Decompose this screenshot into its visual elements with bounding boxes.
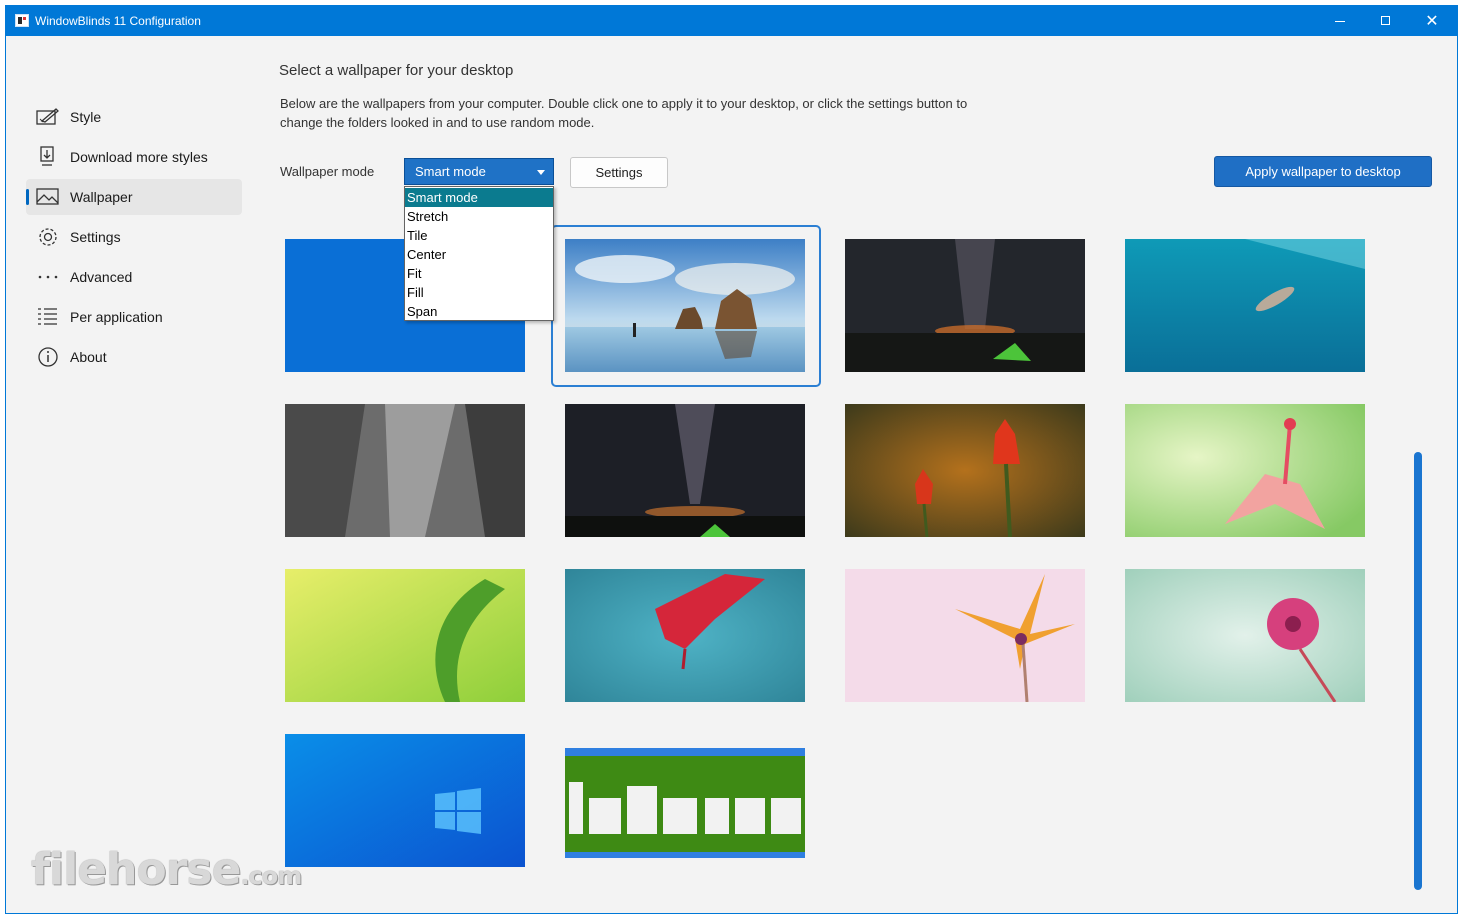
- sidebar-item-label: Per application: [70, 309, 163, 325]
- wallpaper-thumbnail[interactable]: [565, 734, 805, 867]
- title-bar[interactable]: WindowBlinds 11 Configuration ✕: [6, 6, 1457, 36]
- chevron-down-icon: [537, 170, 545, 175]
- wallpaper-thumbnail[interactable]: [285, 404, 525, 537]
- wallpaper-mode-select[interactable]: Smart mode: [404, 158, 554, 185]
- maximize-icon: [1381, 16, 1390, 25]
- wallpaper-thumbnail[interactable]: [845, 404, 1085, 537]
- sidebar-item-label: Advanced: [70, 269, 133, 285]
- wallpaper-thumbnail[interactable]: [285, 734, 525, 867]
- close-button[interactable]: ✕: [1409, 6, 1455, 36]
- wallpaper-thumbnail[interactable]: [1125, 569, 1365, 702]
- window-title: WindowBlinds 11 Configuration: [35, 14, 201, 28]
- download-icon: [40, 146, 54, 166]
- sidebar-item-per-application[interactable]: Per application: [26, 299, 242, 335]
- style-icon: [36, 108, 59, 125]
- wallpaper-mode-value: Smart mode: [415, 164, 486, 179]
- sidebar-item-about[interactable]: About: [26, 339, 242, 375]
- wallpaper-mode-label: Wallpaper mode: [280, 164, 375, 179]
- sidebar-item-download[interactable]: Download more styles: [26, 139, 242, 175]
- sidebar-item-style[interactable]: Style: [26, 99, 242, 135]
- minimize-button[interactable]: [1317, 6, 1363, 36]
- info-icon: [38, 347, 58, 367]
- dropdown-option[interactable]: Fit: [405, 264, 553, 283]
- wallpaper-thumbnail[interactable]: [565, 404, 805, 537]
- app-window: WindowBlinds 11 Configuration ✕ Style Do…: [5, 5, 1458, 914]
- sidebar-item-label: Download more styles: [70, 149, 208, 165]
- close-icon: ✕: [1425, 11, 1439, 30]
- maximize-button[interactable]: [1363, 6, 1409, 36]
- dropdown-option[interactable]: Smart mode: [405, 188, 553, 207]
- wallpaper-thumbnail[interactable]: [565, 239, 805, 372]
- dropdown-option[interactable]: Center: [405, 245, 553, 264]
- settings-button[interactable]: Settings: [570, 157, 668, 188]
- vertical-scrollbar[interactable]: [1414, 452, 1422, 890]
- sidebar-item-settings[interactable]: Settings: [26, 219, 242, 255]
- list-icon: [38, 308, 57, 325]
- wallpaper-thumbnail[interactable]: [285, 569, 525, 702]
- sidebar-item-wallpaper[interactable]: Wallpaper: [26, 179, 242, 215]
- wallpaper-icon: [36, 188, 59, 205]
- page-description: Below are the wallpapers from your compu…: [280, 96, 968, 130]
- wallpaper-thumbnail[interactable]: [1125, 404, 1365, 537]
- dropdown-option[interactable]: Fill: [405, 283, 553, 302]
- sidebar-item-advanced[interactable]: Advanced: [26, 259, 242, 295]
- sidebar-item-label: Style: [70, 109, 102, 125]
- dropdown-option[interactable]: Tile: [405, 226, 553, 245]
- wallpaper-thumbnail[interactable]: [845, 569, 1085, 702]
- sidebar-item-label: About: [70, 349, 107, 365]
- wallpaper-thumbnail[interactable]: [1125, 239, 1365, 372]
- wallpaper-mode-dropdown: Smart mode Stretch Tile Center Fit Fill …: [404, 186, 554, 321]
- wallpaper-thumbnail[interactable]: [845, 239, 1085, 372]
- wallpaper-thumbnail[interactable]: [565, 569, 805, 702]
- apply-wallpaper-button[interactable]: Apply wallpaper to desktop: [1214, 156, 1432, 187]
- sidebar-item-label: Wallpaper: [70, 189, 133, 205]
- sidebar-item-label: Settings: [70, 229, 121, 245]
- app-icon: [15, 14, 29, 27]
- more-icon: [38, 275, 58, 279]
- gear-icon: [39, 228, 57, 246]
- dropdown-option[interactable]: Stretch: [405, 207, 553, 226]
- minimize-icon: [1335, 21, 1345, 22]
- filehorse-watermark: filehorse.com: [31, 844, 302, 895]
- page-title: Select a wallpaper for your desktop: [279, 62, 514, 79]
- dropdown-option[interactable]: Span: [405, 302, 553, 321]
